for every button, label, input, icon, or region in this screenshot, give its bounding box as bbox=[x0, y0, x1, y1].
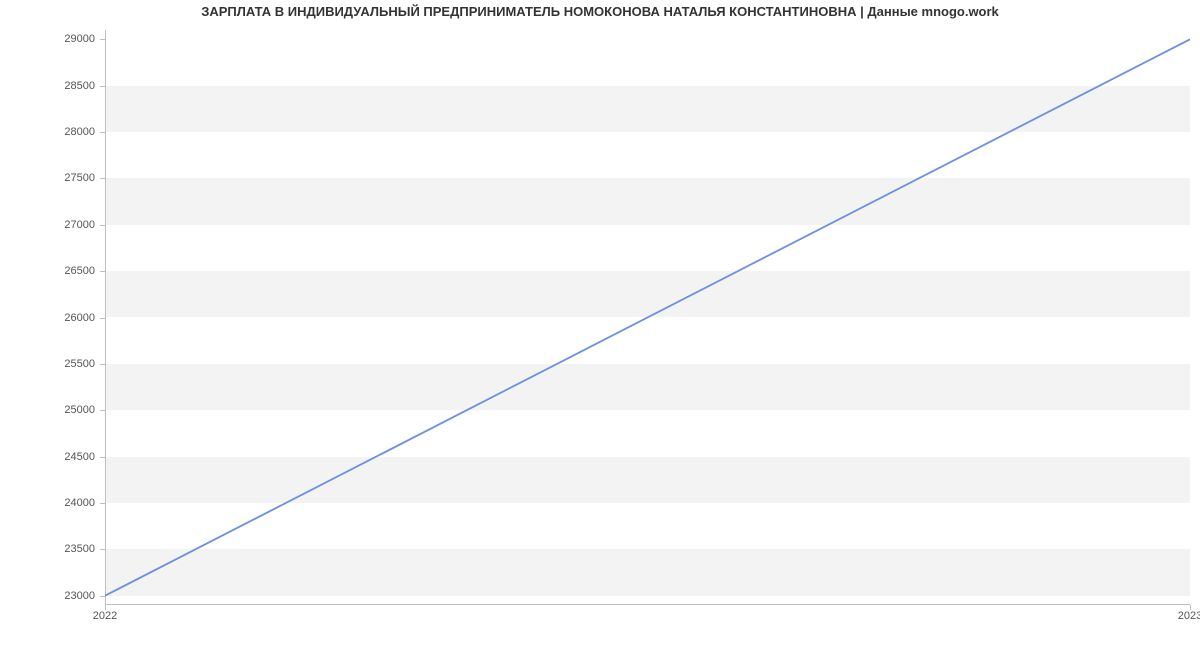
y-tick-mark bbox=[100, 503, 105, 504]
x-tick-mark bbox=[1190, 605, 1191, 610]
y-tick-mark bbox=[100, 364, 105, 365]
y-tick-label: 27500 bbox=[10, 172, 95, 184]
y-tick-label: 26000 bbox=[10, 312, 95, 324]
line-layer bbox=[105, 30, 1190, 605]
chart-container: ЗАРПЛАТА В ИНДИВИДУАЛЬНЫЙ ПРЕДПРИНИМАТЕЛ… bbox=[0, 0, 1200, 650]
y-tick-label: 25000 bbox=[10, 404, 95, 416]
plot-area: 2300023500240002450025000255002600026500… bbox=[105, 30, 1190, 605]
y-tick-mark bbox=[100, 39, 105, 40]
x-tick-mark bbox=[105, 605, 106, 610]
y-tick-label: 23000 bbox=[10, 590, 95, 602]
y-tick-mark bbox=[100, 225, 105, 226]
y-tick-label: 27000 bbox=[10, 219, 95, 231]
y-tick-mark bbox=[100, 549, 105, 550]
y-tick-mark bbox=[100, 457, 105, 458]
y-tick-label: 23500 bbox=[10, 543, 95, 555]
y-tick-label: 28500 bbox=[10, 80, 95, 92]
y-tick-label: 29000 bbox=[10, 33, 95, 45]
series-line-salary bbox=[105, 39, 1190, 595]
y-tick-mark bbox=[100, 86, 105, 87]
y-tick-mark bbox=[100, 132, 105, 133]
y-tick-mark bbox=[100, 410, 105, 411]
y-tick-label: 28000 bbox=[10, 126, 95, 138]
y-tick-label: 25500 bbox=[10, 358, 95, 370]
x-tick-label: 2022 bbox=[93, 610, 117, 622]
y-tick-mark bbox=[100, 271, 105, 272]
y-tick-mark bbox=[100, 596, 105, 597]
chart-title: ЗАРПЛАТА В ИНДИВИДУАЛЬНЫЙ ПРЕДПРИНИМАТЕЛ… bbox=[0, 4, 1200, 19]
y-tick-label: 26500 bbox=[10, 265, 95, 277]
y-tick-label: 24000 bbox=[10, 497, 95, 509]
y-tick-mark bbox=[100, 318, 105, 319]
x-tick-label: 2023 bbox=[1178, 610, 1200, 622]
y-tick-mark bbox=[100, 178, 105, 179]
plot-inner: 2300023500240002450025000255002600026500… bbox=[105, 30, 1190, 605]
y-tick-label: 24500 bbox=[10, 451, 95, 463]
